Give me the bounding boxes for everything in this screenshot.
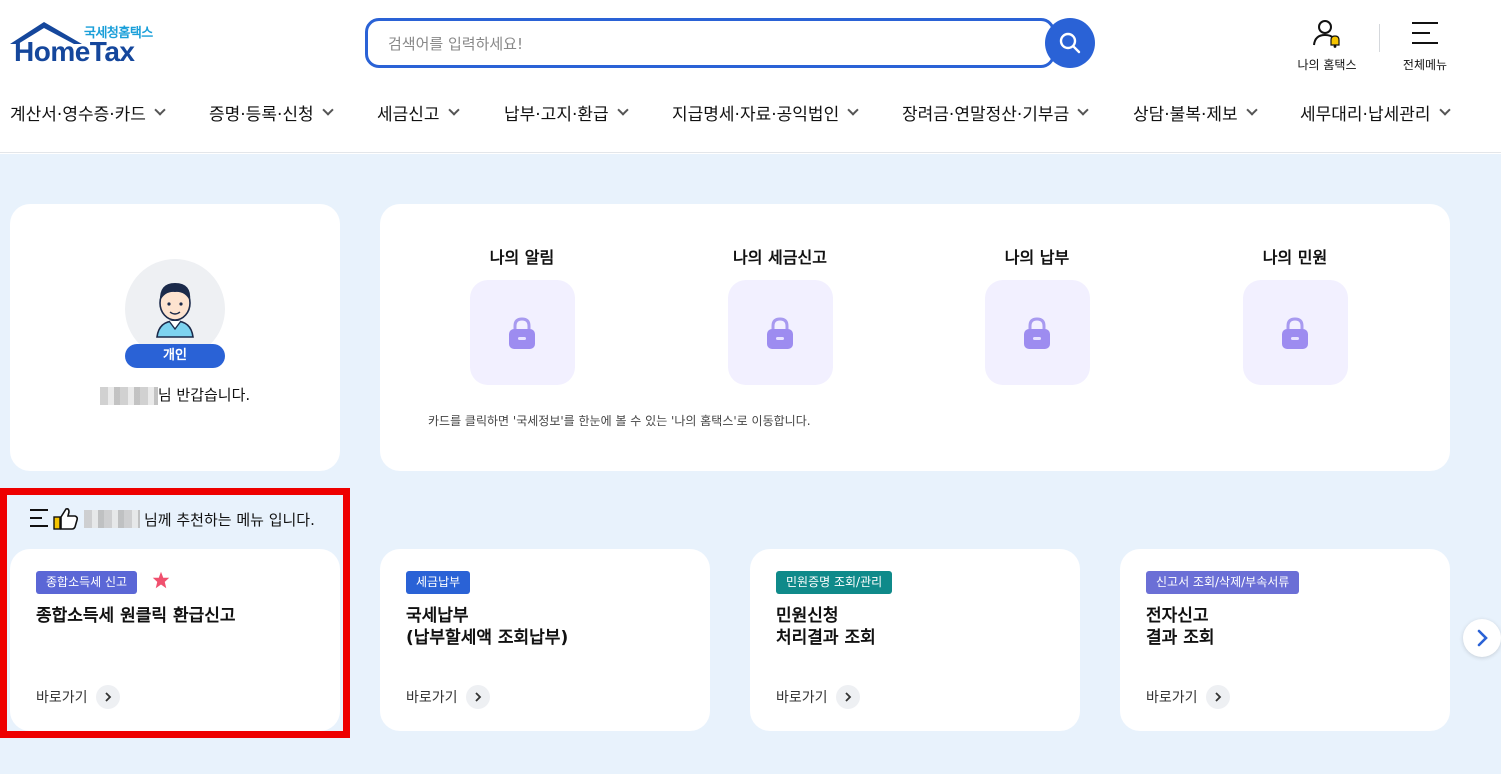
menu-title: 국세납부 (납부할세액 조회납부) xyxy=(406,606,569,648)
lock-icon-box xyxy=(984,280,1090,385)
gnb-item-tax-filing[interactable]: 세금신고 xyxy=(377,100,460,125)
my-tax-filing-item[interactable]: 나의 세금신고 xyxy=(700,244,860,385)
my-tax-filing-title: 나의 세금신고 xyxy=(733,248,827,267)
carousel-next-button[interactable] xyxy=(1463,619,1501,657)
chevron-down-icon xyxy=(154,104,166,116)
chevron-down-icon xyxy=(1077,104,1089,116)
user-bell-icon xyxy=(1313,20,1340,48)
category-tag: 신고서 조회/삭제/부속서류 xyxy=(1146,571,1300,594)
gnb-item-label: 세무대리·납세관리 xyxy=(1300,105,1431,125)
lock-icon-box xyxy=(1242,280,1348,385)
lock-icon xyxy=(509,316,535,349)
go-label: 바로가기 xyxy=(776,690,828,706)
logo-title: HomeTax xyxy=(14,36,135,67)
category-tag: 민원증명 조회/관리 xyxy=(776,571,893,594)
recommend-card[interactable]: 신고서 조회/삭제/부속서류 전자신고 결과 조회 바로가기 xyxy=(1120,549,1450,731)
chevron-down-icon xyxy=(1245,104,1258,116)
search-box xyxy=(365,18,1055,68)
chevron-right-icon xyxy=(1477,629,1488,647)
category-tag: 세금납부 xyxy=(406,571,471,594)
gnb-item-statement[interactable]: 지급명세·자료·공익법인 xyxy=(672,100,859,125)
chevron-down-icon xyxy=(447,104,460,116)
all-menu-button[interactable]: 전체메뉴 xyxy=(1385,18,1465,73)
user-type-badge: 개인 xyxy=(125,344,225,368)
search-input[interactable] xyxy=(388,33,988,55)
gnb-item-consult[interactable]: 상담·불복·제보 xyxy=(1133,100,1258,125)
gnb-item-label: 계산서·영수증·카드 xyxy=(10,105,146,125)
my-civil-title: 나의 민원 xyxy=(1262,248,1328,267)
go-label: 바로가기 xyxy=(1146,690,1198,706)
go-link[interactable]: 바로가기 xyxy=(1146,685,1230,709)
highlight-box xyxy=(0,488,350,738)
search-icon xyxy=(1059,32,1081,54)
chevron-right-icon xyxy=(465,685,490,709)
lock-icon-box xyxy=(727,280,833,385)
header: 국세청홈택스 HomeTax 나의 홈택스 전체메뉴 계산서·영수증·카드 xyxy=(0,0,1501,153)
my-alerts-item[interactable]: 나의 알림 xyxy=(442,244,602,385)
hamburger-menu-icon xyxy=(1412,22,1438,44)
my-hometax-button[interactable]: 나의 홈택스 xyxy=(1287,18,1367,73)
my-hometax-label: 나의 홈택스 xyxy=(1297,58,1357,72)
hometax-logo[interactable]: 국세청홈택스 HomeTax xyxy=(10,20,170,70)
recommend-card[interactable]: 세금납부 국세납부 (납부할세액 조회납부) 바로가기 xyxy=(380,549,710,731)
gnb-item-invoice[interactable]: 계산서·영수증·카드 xyxy=(10,100,166,125)
menu-title: 전자신고 결과 조회 xyxy=(1146,606,1215,648)
gnb-item-incentive[interactable]: 장려금·연말정산·기부금 xyxy=(902,100,1089,125)
my-payment-title: 나의 납부 xyxy=(1004,248,1070,267)
lock-icon xyxy=(767,316,793,349)
chevron-down-icon xyxy=(321,104,334,116)
recommend-card[interactable]: 민원증명 조회/관리 민원신청 처리결과 조회 바로가기 xyxy=(750,549,1080,731)
gnb-item-label: 납부·고지·환급 xyxy=(504,105,609,125)
gnb-item-label: 상담·불복·제보 xyxy=(1133,105,1238,125)
global-nav: 계산서·영수증·카드 증명·등록·신청 세금신고 납부·고지·환급 지급명세·자… xyxy=(0,96,1501,130)
search-button[interactable] xyxy=(1045,18,1095,68)
go-link[interactable]: 바로가기 xyxy=(776,685,860,709)
chevron-down-icon xyxy=(847,104,859,116)
my-hometax-notice: 카드를 클릭하면 '국세정보'를 한눈에 볼 수 있는 '나의 홈택스'로 이동… xyxy=(428,414,811,428)
lock-icon xyxy=(1024,316,1050,349)
my-payment-item[interactable]: 나의 납부 xyxy=(957,244,1117,385)
my-alerts-title: 나의 알림 xyxy=(489,248,555,267)
gnb-item-label: 장려금·연말정산·기부금 xyxy=(902,105,1070,125)
my-hometax-card: 나의 알림 나의 세금신고 나의 납부 나의 민원 카드를 클릭하면 '국세정보… xyxy=(380,204,1450,471)
go-label: 바로가기 xyxy=(406,690,458,706)
chevron-down-icon xyxy=(1438,104,1451,116)
chevron-down-icon xyxy=(616,104,629,116)
util-divider xyxy=(1379,24,1380,52)
go-link[interactable]: 바로가기 xyxy=(406,685,490,709)
chevron-right-icon xyxy=(835,685,860,709)
lock-icon xyxy=(1282,316,1308,349)
profile-card: 개인 님 반갑습니다. xyxy=(10,204,340,471)
greeting-suffix: 님 반갑습니다. xyxy=(157,386,251,404)
gnb-item-certificate[interactable]: 증명·등록·신청 xyxy=(209,100,334,125)
greeting-text: 님 반갑습니다. xyxy=(10,384,340,405)
gnb-item-tax-agent[interactable]: 세무대리·납세관리 xyxy=(1300,100,1451,125)
lock-icon-box xyxy=(469,280,575,385)
chevron-right-icon xyxy=(1205,685,1230,709)
masked-username xyxy=(99,386,158,405)
my-civil-item[interactable]: 나의 민원 xyxy=(1215,244,1375,385)
all-menu-label: 전체메뉴 xyxy=(1402,58,1448,72)
gnb-item-payment[interactable]: 납부·고지·환급 xyxy=(504,100,629,125)
gnb-item-label: 세금신고 xyxy=(377,105,440,125)
gnb-item-label: 지급명세·자료·공익법인 xyxy=(672,105,840,125)
gnb-item-label: 증명·등록·신청 xyxy=(209,105,314,125)
menu-title: 민원신청 처리결과 조회 xyxy=(776,606,876,648)
